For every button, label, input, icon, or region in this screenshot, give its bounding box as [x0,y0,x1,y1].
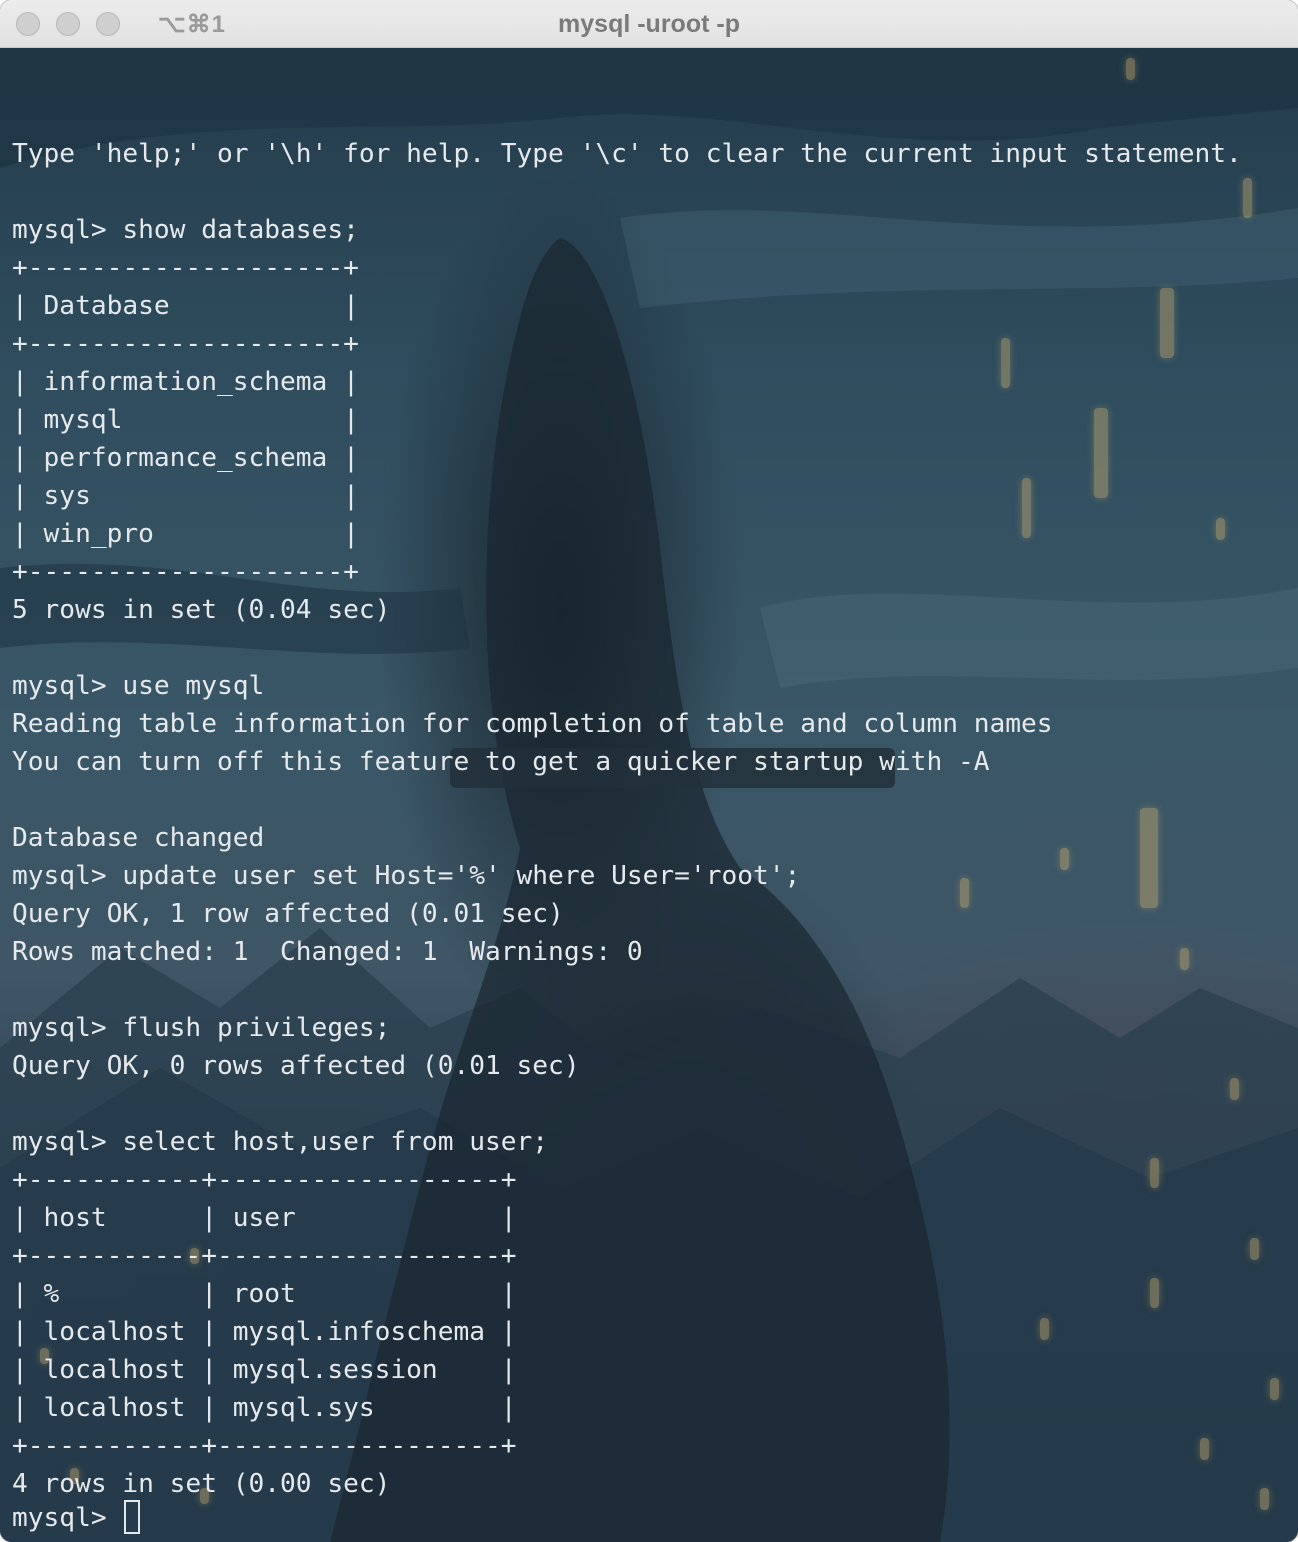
window-title: mysql -uroot -p [558,10,740,38]
terminal-output: Type 'help;' or '\h' for help. Type '\c'… [12,97,1242,1541]
terminal-line: 5 rows in set (0.04 sec) [12,595,391,625]
terminal-line: mysql> update user set Host='%' where Us… [12,861,801,891]
terminal-line: | sys | [12,481,359,511]
terminal-line: | localhost | mysql.session | [12,1355,517,1385]
terminal-line: mysql> select host,user from user; [12,1127,549,1157]
terminal-line: +-----------+------------------+ [12,1431,517,1461]
terminal-line: You can turn off this feature to get a q… [12,747,990,777]
terminal-line: | host | user | [12,1203,517,1233]
terminal-pane[interactable]: Type 'help;' or '\h' for help. Type '\c'… [0,48,1298,1542]
terminal-line: +--------------------+ [12,557,359,587]
terminal-line: +--------------------+ [12,329,359,359]
terminal-line: | performance_schema | [12,443,359,473]
terminal-line: +-----------+------------------+ [12,1165,517,1195]
terminal-line: Query OK, 1 row affected (0.01 sec) [12,899,564,929]
terminal-line: | localhost | mysql.infoschema | [12,1317,517,1347]
terminal-line: mysql> flush privileges; [12,1013,391,1043]
text-cursor [124,1500,141,1534]
terminal-line: Reading table information for completion… [12,709,1053,739]
prompt-label: mysql> [12,1503,123,1533]
terminal-line: | Database | [12,291,359,321]
terminal-line: +-----------+------------------+ [12,1241,517,1271]
terminal-line: mysql> show databases; [12,215,359,245]
terminal-line: 4 rows in set (0.00 sec) [12,1469,391,1499]
terminal-line: Database changed [12,823,265,853]
terminal-line: +--------------------+ [12,253,359,283]
terminal-line: | win_pro | [12,519,359,549]
terminal-line: mysql> use mysql [12,671,265,701]
terminal-line: Type 'help;' or '\h' for help. Type '\c'… [12,139,1242,169]
terminal-line: | information_schema | [12,367,359,397]
terminal-line: | % | root | [12,1279,517,1309]
terminal-line: Query OK, 0 rows affected (0.01 sec) [12,1051,580,1081]
title-bar[interactable]: ⌥⌘1 mysql -uroot -p [0,0,1298,48]
terminal-line: Rows matched: 1 Changed: 1 Warnings: 0 [12,937,643,967]
terminal-line: | localhost | mysql.sys | [12,1393,517,1423]
terminal-line: | mysql | [12,405,359,435]
command-prompt[interactable]: mysql> [12,1499,141,1537]
terminal-window: ⌥⌘1 mysql -uroot -p Type 'help;' or '\h'… [0,0,1298,1542]
